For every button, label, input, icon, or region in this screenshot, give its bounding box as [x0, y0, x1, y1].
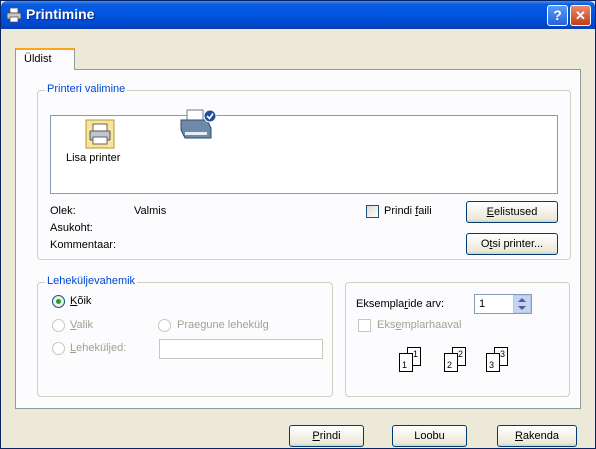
spin-up-icon[interactable] — [518, 298, 526, 302]
spin-down-icon[interactable] — [518, 306, 526, 310]
printer-selection-legend: Printeri valimine — [45, 83, 128, 95]
page-range-legend: Leheküljevahemik — [45, 275, 138, 287]
radio-pages[interactable] — [52, 342, 65, 355]
collate-illustration: 1 1 2 2 3 3 — [399, 347, 529, 377]
printer-list[interactable]: Lisa printer — [50, 109, 558, 194]
title-bar[interactable]: Printimine ? ✕ — [1, 1, 595, 29]
radio-pages-label[interactable]: Leheküljed: — [70, 342, 126, 354]
add-printer-icon — [84, 118, 116, 150]
window-title: Printimine — [26, 6, 95, 22]
comment-label: Kommentaar: — [50, 239, 117, 251]
location-label: Asukoht: — [50, 222, 93, 234]
apply-button[interactable]: Rakenda — [497, 425, 577, 447]
collate-page-front: 1 — [399, 353, 413, 372]
list-item-add-printer[interactable]: Lisa printer — [56, 116, 146, 176]
radio-all-label[interactable]: Kõik — [70, 295, 91, 307]
preferences-button[interactable]: Eelistused — [466, 201, 558, 223]
help-icon: ? — [553, 7, 562, 23]
printer-icon — [6, 7, 22, 23]
print-to-file-checkbox[interactable] — [366, 205, 379, 218]
radio-selection[interactable] — [52, 319, 65, 332]
pages-input[interactable] — [159, 339, 323, 359]
print-button[interactable]: Prindi — [289, 425, 364, 447]
radio-all[interactable] — [52, 295, 65, 308]
print-to-file-label[interactable]: Prindi faili — [384, 205, 432, 217]
collate-page-front: 3 — [486, 353, 500, 372]
radio-selection-label[interactable]: Valik — [70, 319, 93, 331]
collate-checkbox[interactable] — [358, 319, 371, 332]
copies-count-label: Eksemplaride arv: — [356, 298, 445, 310]
collate-page-front: 2 — [444, 353, 458, 372]
printer-icon — [177, 106, 217, 146]
cancel-button[interactable]: Loobu — [392, 425, 467, 447]
add-printer-label: Lisa printer — [66, 152, 121, 164]
collate-label[interactable]: Eksemplarhaaval — [377, 319, 461, 331]
radio-current-page-label[interactable]: Praegune lehekülg — [177, 319, 269, 331]
help-button[interactable]: ? — [547, 5, 568, 26]
tab-general[interactable]: Üldist — [15, 48, 75, 70]
copies-spinner[interactable] — [513, 295, 531, 313]
radio-current-page[interactable] — [158, 319, 171, 332]
status-label: Olek: — [50, 205, 76, 217]
radio-selected-dot — [56, 299, 61, 304]
status-value: Valmis — [134, 205, 167, 217]
close-icon: ✕ — [575, 8, 586, 23]
close-button[interactable]: ✕ — [570, 5, 591, 26]
print-dialog: Printimine ? ✕ Üldist Printeri valimine … — [0, 0, 596, 449]
list-item-printer[interactable] — [175, 106, 219, 148]
find-printer-button[interactable]: Otsi printer... — [466, 233, 558, 255]
